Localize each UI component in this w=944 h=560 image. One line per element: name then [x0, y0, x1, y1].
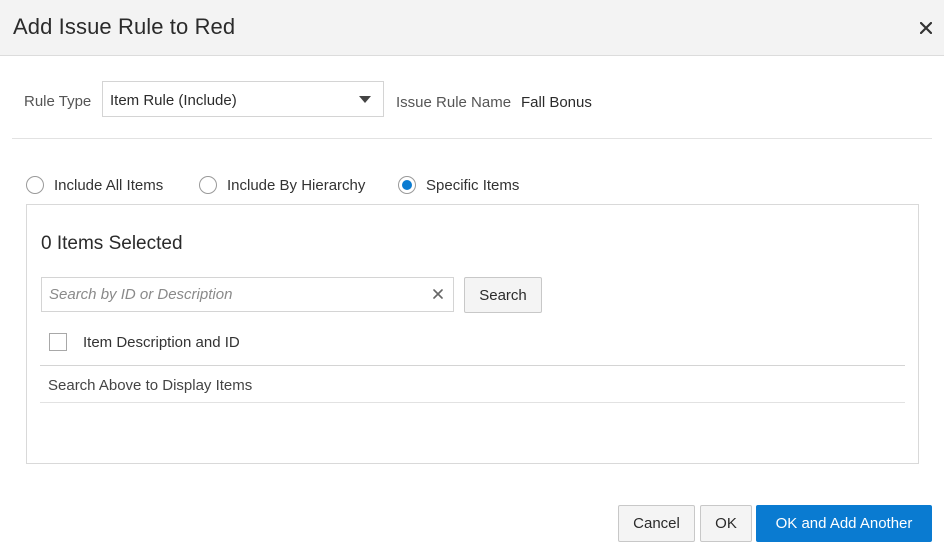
specific-items-panel: 0 Items Selected Search Item Description… [26, 204, 919, 464]
header-divider [40, 365, 905, 366]
table-header-row: Item Description and ID [49, 333, 240, 351]
search-button[interactable]: Search [464, 277, 542, 313]
dialog-title: Add Issue Rule to Red [13, 14, 236, 39]
dialog-header: Add Issue Rule to Red [0, 0, 944, 56]
search-field[interactable] [41, 277, 454, 312]
search-input[interactable] [42, 278, 422, 311]
rule-type-select[interactable]: Item Rule (Include) [102, 81, 384, 117]
column-header-item-description: Item Description and ID [83, 333, 240, 351]
close-icon-glyph [920, 22, 932, 34]
radio-button[interactable] [199, 176, 217, 194]
close-icon[interactable] [914, 16, 938, 40]
add-issue-rule-dialog: Add Issue Rule to Red Rule Type Item Rul… [0, 0, 944, 560]
clear-icon-glyph [433, 289, 443, 299]
row-divider [40, 402, 905, 403]
radio-button[interactable] [26, 176, 44, 194]
ok-button[interactable]: OK [700, 505, 752, 542]
radio-button-checked[interactable] [398, 176, 416, 194]
chevron-down-icon [359, 96, 371, 103]
rule-type-value: Item Rule (Include) [110, 92, 237, 109]
radio-specific-items[interactable]: Specific Items [398, 175, 519, 195]
rule-type-label: Rule Type [24, 93, 92, 110]
clear-icon[interactable] [431, 287, 445, 301]
cancel-button[interactable]: Cancel [618, 505, 695, 542]
radio-include-all-items[interactable]: Include All Items [26, 175, 163, 195]
issue-rule-name-value: Fall Bonus [521, 94, 592, 111]
empty-table-message: Search Above to Display Items [48, 377, 253, 394]
radio-label: Include All Items [54, 176, 164, 194]
radio-label: Specific Items [426, 176, 520, 194]
issue-rule-name-label: Issue Rule Name [396, 94, 512, 111]
section-divider [12, 138, 932, 139]
radio-include-by-hierarchy[interactable]: Include By Hierarchy [199, 175, 365, 195]
items-selected-count: 0 Items Selected [41, 233, 183, 254]
select-all-checkbox[interactable] [49, 333, 67, 351]
radio-label: Include By Hierarchy [227, 176, 366, 194]
ok-and-add-another-button[interactable]: OK and Add Another [756, 505, 932, 542]
